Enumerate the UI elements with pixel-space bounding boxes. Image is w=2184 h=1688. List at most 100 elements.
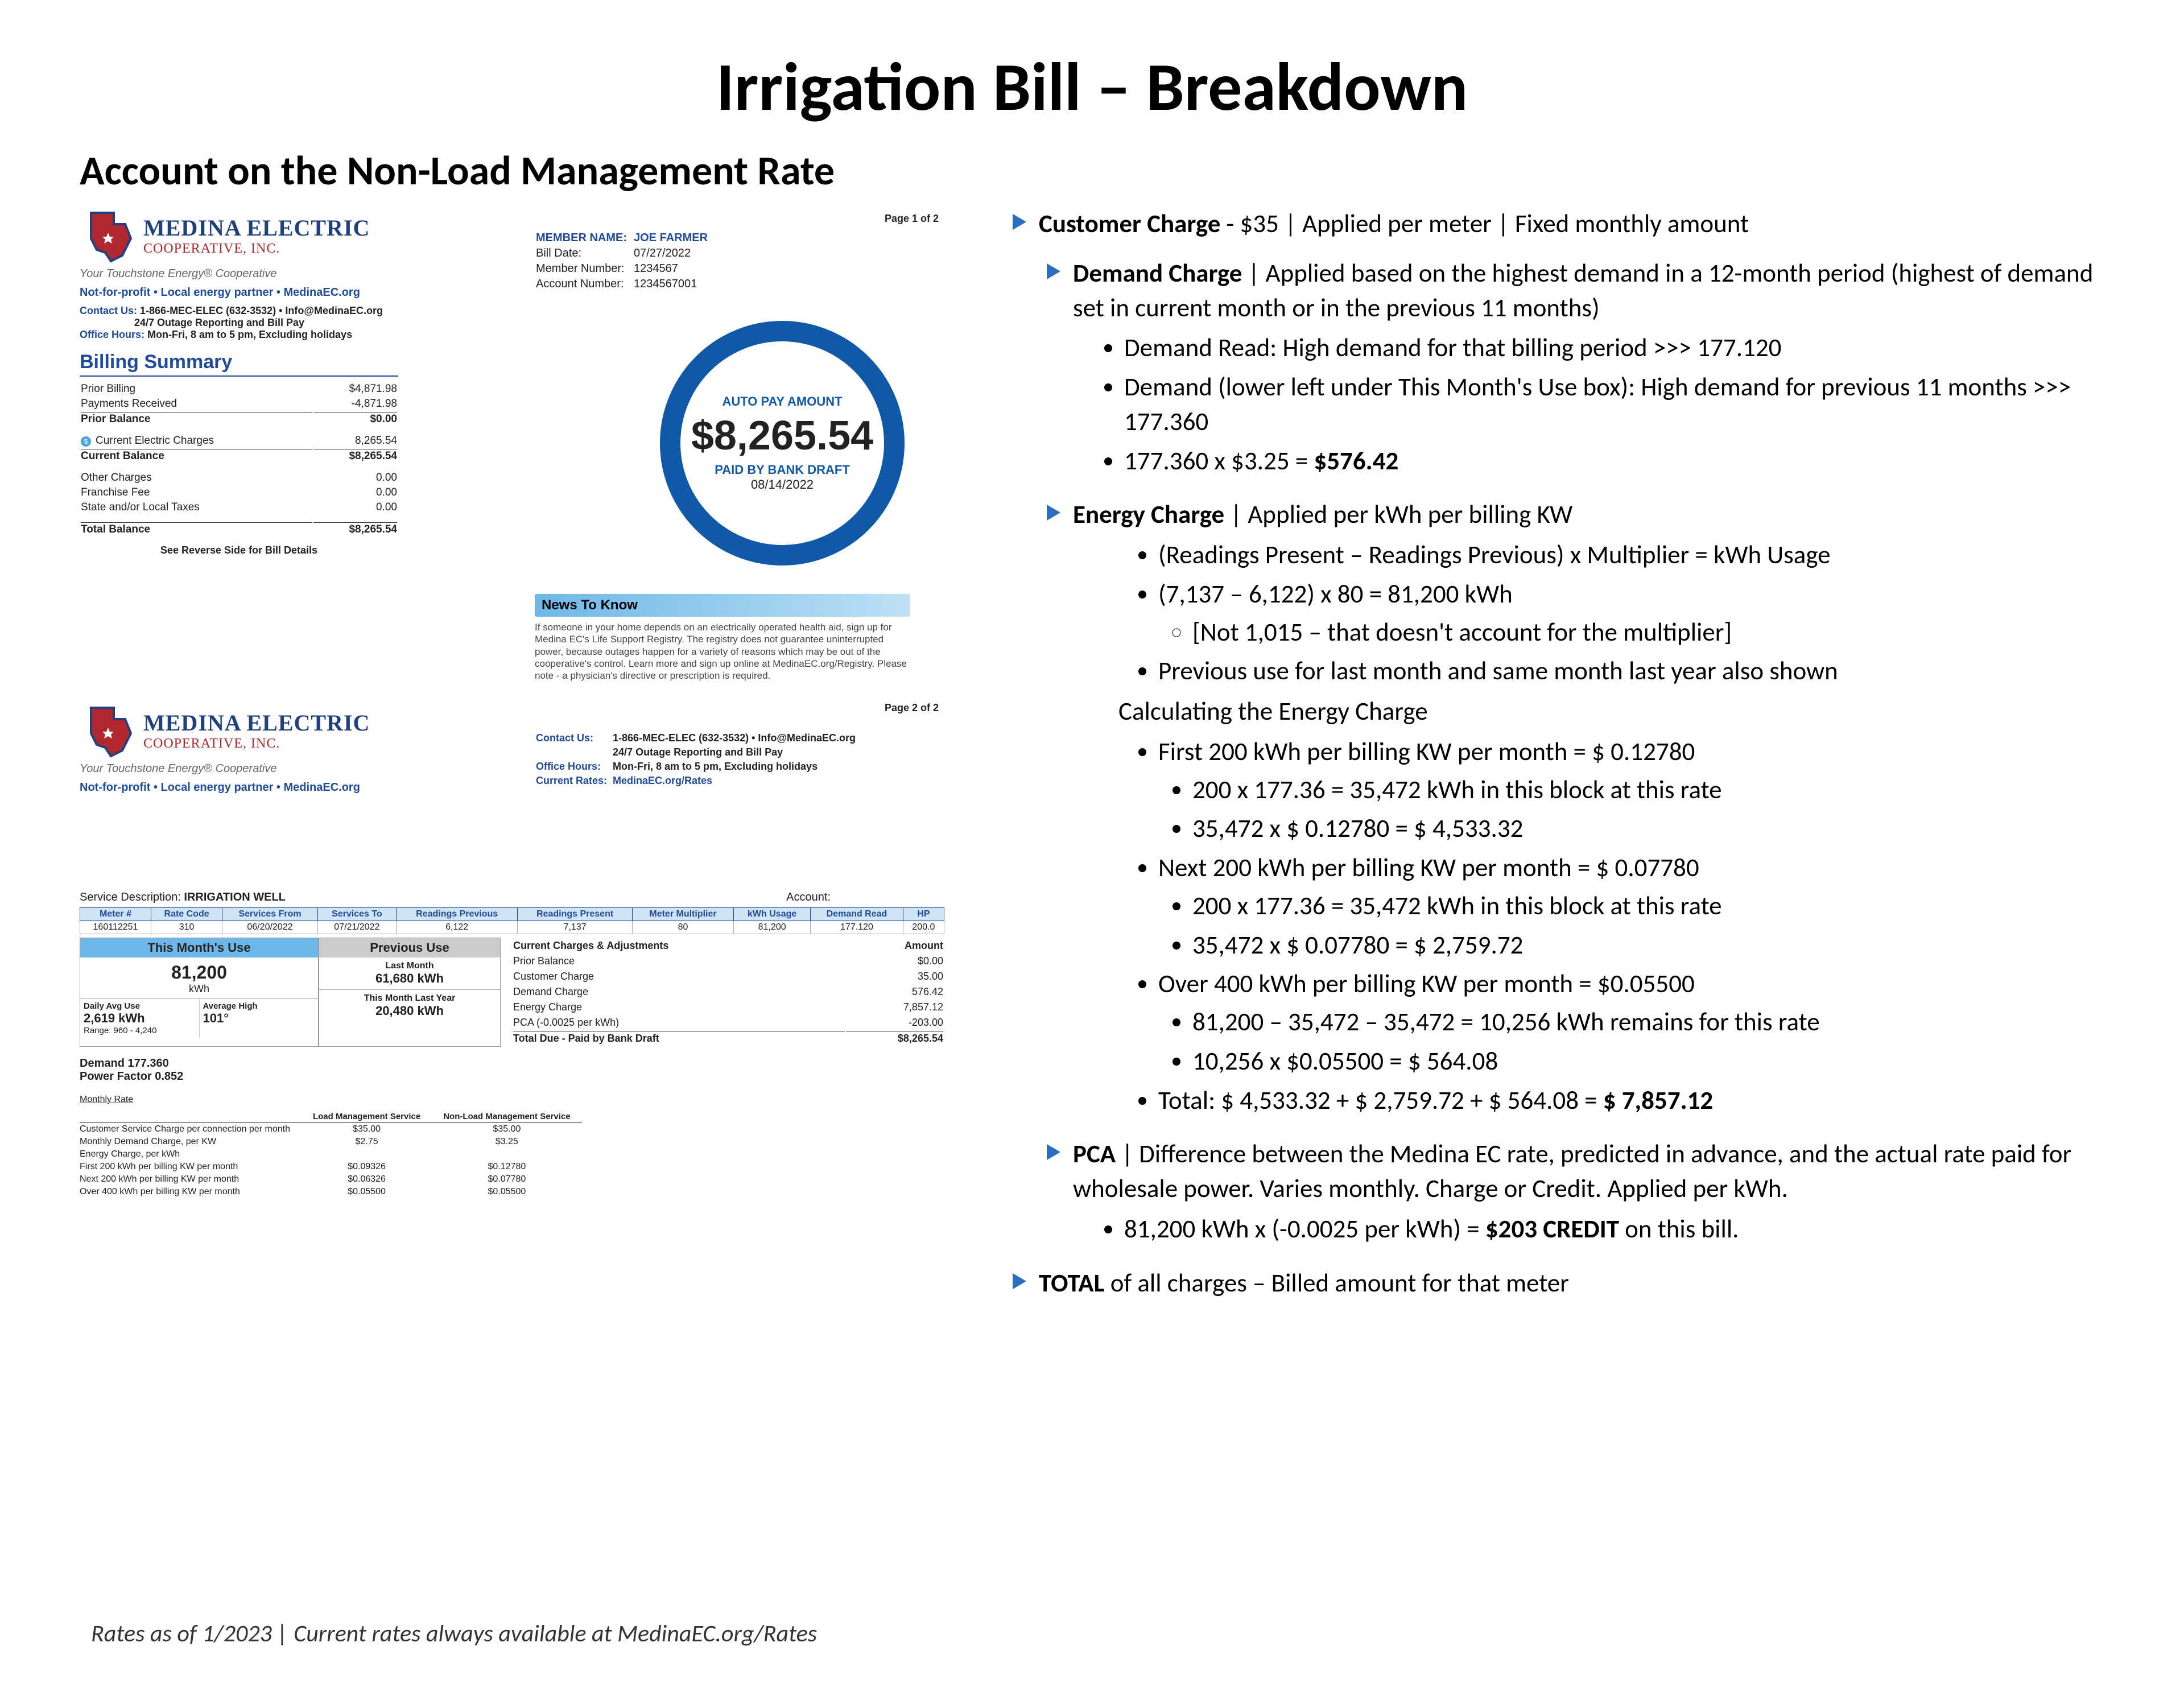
page-subtitle: Account on the Non-Load Management Rate (80, 146, 2104, 196)
anno-energy-tota: Total: $ 4,533.32 + $ 2,759.72 + $ 564.0… (1158, 1085, 1603, 1116)
anno-energy-charge: Energy Charge | Applied per kWh per bill… (1047, 498, 2104, 1122)
meter-grid: Meter #Rate CodeServices FromServices To… (80, 907, 944, 934)
member-no-label: Member Number: (536, 262, 633, 276)
texas-logo-icon (80, 702, 137, 759)
page-title: Irrigation Bill – Breakdown (80, 46, 2104, 129)
contact-value: 1-866-MEC-ELEC (632-3532) • Info@MedinaE… (613, 732, 860, 745)
contact-label: Contact Us: (536, 732, 612, 745)
service-desc-label: Service Description: (80, 891, 181, 903)
rate-col-lm: Load Management Service (302, 1111, 432, 1123)
arrow-icon (1013, 1273, 1026, 1289)
anno-demand-b3b: $576.42 (1314, 445, 1398, 477)
monthly-rate-hdr: Monthly Rate (80, 1095, 944, 1105)
bill-page-1: Page 1 of 2 MEDINA ELECTRIC COOPERATIVE,… (80, 207, 944, 674)
avg-high-label: Average High (203, 1001, 258, 1011)
autopay-label: AUTO PAY AMOUNT (722, 394, 842, 409)
anno-cust-rest: - $35 | Applied per meter | Fixed monthl… (1220, 208, 1749, 240)
autopay-date: 08/14/2022 (751, 477, 814, 492)
anno-energy-b3: Previous use for last month and same mon… (1158, 654, 2104, 689)
anno-energy-title: Energy Charge (1073, 499, 1224, 530)
anno-energy-b2: (7,137 – 6,122) x 80 = 81,200 kWh (1158, 579, 1513, 610)
demand-line: Demand 177.360 (80, 1057, 944, 1070)
texas-logo-icon (80, 207, 137, 264)
anno-energy-c2b: 35,472 x $ 0.07780 = $ 2,759.72 (1192, 928, 2104, 963)
account-no-label: Account Number: (536, 277, 633, 291)
amount-hdr: Amount (846, 939, 943, 953)
bill-date-label: Bill Date: (536, 246, 633, 261)
tmly-val: 20,480 kWh (323, 1004, 497, 1018)
page-number-2: Page 2 of 2 (885, 702, 939, 714)
account-no: 1234567001 (634, 277, 713, 291)
charges-total-label: Total Due - Paid by Bank Draft (513, 1031, 845, 1046)
anno-pca-b1b: $203 CREDIT (1485, 1214, 1619, 1245)
anno-energy-b2s: [Not 1,015 – that doesn't account for th… (1192, 616, 2104, 650)
reverse-note: See Reverse Side for Bill Details (80, 544, 398, 556)
this-month-hdr: This Month's Use (80, 938, 318, 958)
billing-summary-hdr: Billing Summary (80, 351, 398, 377)
anno-energy-c2: Next 200 kWh per billing KW per month = … (1158, 852, 1699, 884)
contact-label: Contact Us: (80, 305, 137, 316)
office-label: Office Hours: (80, 329, 145, 340)
page2-contact: Contact Us:1-866-MEC-ELEC (632-3532) • I… (535, 730, 861, 789)
logo-line1: MEDINA ELECTRIC (143, 214, 370, 241)
anno-pca-b1c: on this bill. (1619, 1214, 1739, 1245)
member-no: 1234567 (634, 262, 713, 276)
charges-hdr: Current Charges & Adjustments (513, 939, 845, 953)
contact-value2: 24/7 Outage Reporting and Bill Pay (134, 317, 304, 328)
anno-energy-c1: First 200 kWh per billing KW per month =… (1158, 736, 1695, 767)
contact-value: 1-866-MEC-ELEC (632-3532) • Info@MedinaE… (140, 305, 383, 316)
previous-use-box: Previous Use Last Month 61,680 kWh This … (319, 938, 501, 1047)
member-name: JOE FARMER (634, 231, 713, 245)
autopay-amount: $8,265.54 (691, 412, 873, 459)
last-month-label: Last Month (323, 961, 497, 971)
logo-tagline: Your Touchstone Energy® Cooperative (80, 267, 944, 280)
anno-pca-rest: | Difference between the Medina EC rate,… (1073, 1138, 2071, 1204)
anno-energy-rest: | Applied per kWh per billing KW (1224, 499, 1572, 530)
anno-cust-title: Customer Charge (1039, 208, 1220, 240)
anno-pca: PCA | Difference between the Medina EC r… (1047, 1137, 2104, 1251)
monthly-rate-section: Monthly Rate Load Management ServiceNon-… (80, 1095, 944, 1198)
logo-line2: COOPERATIVE, INC. (143, 736, 370, 752)
office-label: Office Hours: (536, 760, 612, 773)
anno-energy-totb: $ 7,857.12 (1603, 1085, 1713, 1116)
anno-demand-charge: Demand Charge | Applied based on the hig… (1047, 257, 2104, 484)
anno-energy-calchdr: Calculating the Energy Charge (1118, 695, 2104, 729)
anno-energy-c3a: 81,200 – 35,472 – 35,472 = 10,256 kWh re… (1192, 1005, 2104, 1040)
this-month-val: 81,200 (80, 958, 318, 983)
bill-page-2: Page 2 of 2 MEDINA ELECTRIC COOPERATIVE,… (80, 702, 944, 1198)
demand-pf-block: Demand 177.360 Power Factor 0.852 (80, 1057, 944, 1083)
footer-note: Rates as of 1/2023 | Current rates alway… (91, 1619, 817, 1648)
autopay-paidby: PAID BY BANK DRAFT (715, 463, 850, 477)
bill-sample-column: Page 1 of 2 MEDINA ELECTRIC COOPERATIVE,… (80, 207, 944, 1315)
anno-pca-title: PCA (1073, 1138, 1116, 1170)
arrow-icon (1013, 214, 1026, 230)
member-name-label: MEMBER NAME: (536, 231, 633, 245)
news-body: If someone in your home depends on an el… (535, 621, 910, 682)
prev-hdr: Previous Use (319, 938, 500, 958)
contact-value2: 24/7 Outage Reporting and Bill Pay (613, 746, 860, 759)
arrow-icon (1047, 263, 1060, 279)
annotation-column: Customer Charge - $35 | Applied per mete… (1013, 207, 2104, 1315)
anno-total: TOTAL of all charges – Billed amount for… (1013, 1266, 2104, 1301)
anno-energy-c3: Over 400 kWh per billing KW per month = … (1158, 968, 1695, 1000)
avg-high-val: 101° (203, 1011, 229, 1025)
anno-demand-b3a: 177.360 x $3.25 = (1124, 445, 1314, 477)
anno-energy-b1: (Readings Present – Readings Previous) x… (1158, 538, 2104, 573)
page-number: Page 1 of 2 (885, 213, 939, 225)
pf-line: Power Factor 0.852 (80, 1070, 944, 1083)
range-label: Range: 960 - 4,240 (84, 1026, 156, 1035)
service-desc: IRRIGATION WELL (184, 891, 286, 903)
anno-energy-c1b: 35,472 x $ 0.12780 = $ 4,533.32 (1192, 812, 2104, 847)
autopay-badge: AUTO PAY AMOUNT $8,265.54 PAID BY BANK D… (660, 321, 905, 566)
daily-avg-label: Daily Avg Use (84, 1001, 140, 1011)
not-for-profit-line: Not-for-profit • Local energy partner • … (80, 286, 944, 299)
logo-line1: MEDINA ELECTRIC (143, 709, 370, 736)
last-month-val: 61,680 kWh (323, 971, 497, 986)
charges-block: Current Charges & AdjustmentsAmount Prio… (512, 938, 944, 1047)
charges-total-val: $8,265.54 (846, 1031, 943, 1046)
news-hdr: News To Know (535, 594, 910, 617)
anno-energy-c1a: 200 x 177.36 = 35,472 kWh in this block … (1192, 773, 2104, 808)
rates-value: MedinaEC.org/Rates (613, 774, 860, 787)
kwh-unit: kWh (80, 983, 318, 998)
this-month-use-box: This Month's Use 81,200 kWh Daily Avg Us… (80, 938, 319, 1047)
